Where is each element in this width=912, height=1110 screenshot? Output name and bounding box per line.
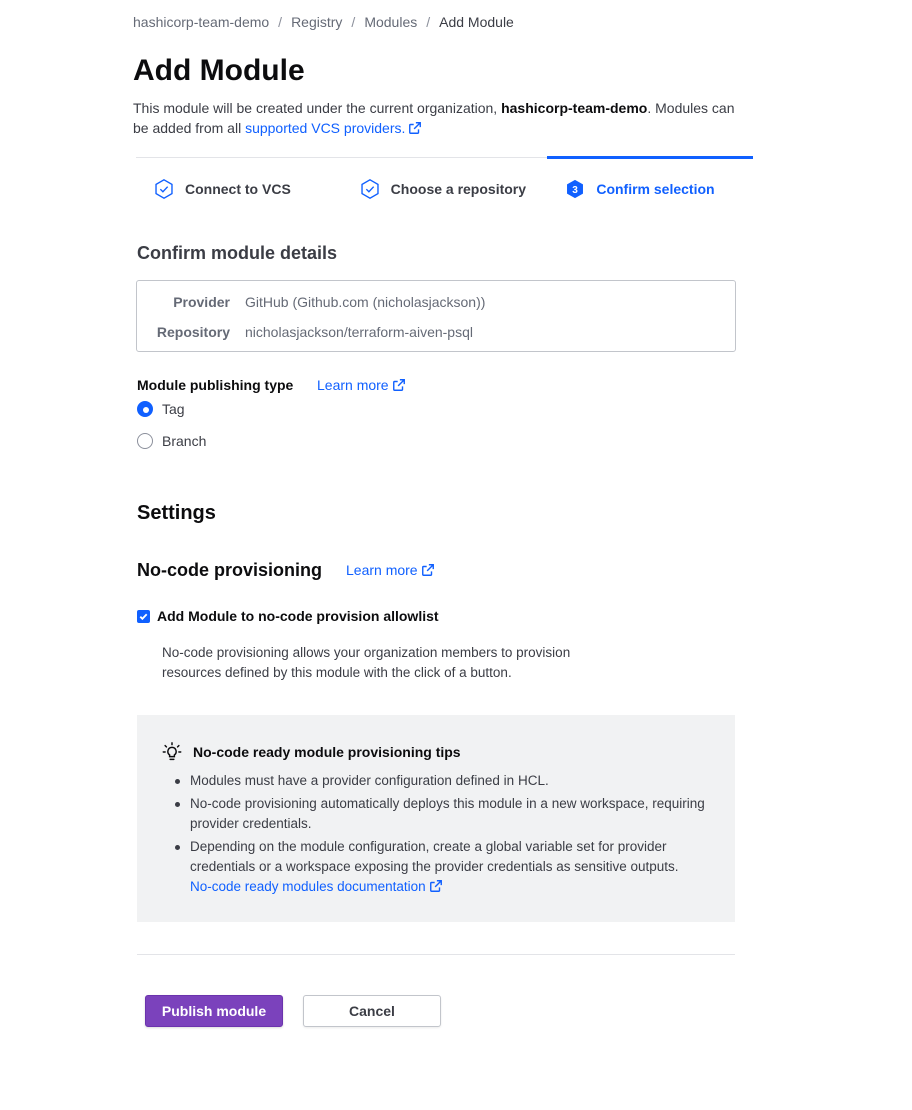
vcs-providers-link[interactable]: supported VCS providers.: [245, 120, 422, 136]
step-label: Connect to VCS: [185, 180, 291, 197]
nocode-allowlist-checkbox-row[interactable]: Add Module to no-code provision allowlis…: [137, 608, 439, 624]
check-hexagon-icon: [359, 178, 381, 200]
nocode-docs-link[interactable]: No-code ready modules documentation: [190, 879, 443, 894]
nocode-heading: No-code provisioning: [137, 560, 323, 580]
breadcrumb-current: Add Module: [439, 14, 514, 30]
step-label: Choose a repository: [390, 180, 527, 197]
radio-button-selected[interactable]: [137, 401, 153, 417]
breadcrumb-separator: /: [351, 14, 356, 30]
checkbox-label: Add Module to no-code provision allowlis…: [157, 608, 439, 624]
step-label: Confirm selection: [596, 180, 715, 197]
publish-module-button[interactable]: Publish module: [145, 995, 283, 1027]
breadcrumb: hashicorp-team-demo / Registry / Modules…: [133, 14, 514, 30]
step-choose-repository[interactable]: Choose a repository: [342, 158, 548, 219]
provider-label: Provider: [173, 294, 230, 310]
tips-title: No-code ready module provisioning tips: [161, 741, 461, 763]
stepper: Connect to VCS Choose a repository 3 Con…: [136, 156, 753, 219]
settings-heading: Settings: [137, 502, 216, 524]
nocode-help-text: No-code provisioning allows your organiz…: [162, 645, 571, 680]
cancel-button[interactable]: Cancel: [303, 995, 441, 1027]
details-row-provider: Provider GitHub (Github.com (nicholasjac…: [137, 294, 735, 310]
lightbulb-icon: [161, 741, 183, 763]
nocode-allowlist-checkbox[interactable]: [137, 609, 150, 623]
breadcrumb-registry-link[interactable]: Registry: [291, 14, 342, 30]
repository-value: nicholasjackson/terraform-aiven-psql: [245, 324, 473, 340]
footer-divider: [137, 954, 735, 955]
tips-list: Modules must have a provider configurati…: [175, 771, 710, 902]
radio-button[interactable]: [137, 433, 153, 449]
tip-text: Depending on the module configuration, c…: [190, 839, 679, 874]
list-item: No-code provisioning automatically deplo…: [175, 794, 710, 834]
details-row-repository: Repository nicholasjackson/terraform-aiv…: [137, 324, 735, 340]
radio-label: Branch: [162, 433, 207, 449]
learn-more-text: Learn more: [317, 377, 389, 393]
page-intro: This module will be created under the cu…: [133, 98, 753, 140]
publishing-learn-more-link[interactable]: Learn more: [317, 377, 406, 395]
learn-more-text: Learn more: [346, 562, 418, 578]
step-connect-vcs[interactable]: Connect to VCS: [136, 158, 342, 219]
step-number-hexagon-icon: 3: [564, 178, 586, 200]
confirm-details-heading: Confirm module details: [137, 243, 338, 263]
module-details-card: Provider GitHub (Github.com (nicholasjac…: [136, 280, 736, 352]
external-link-icon: [421, 563, 435, 580]
tips-title-text: No-code ready module provisioning tips: [193, 744, 461, 760]
publishing-type-label: Module publishing type: [137, 377, 294, 393]
external-link-icon: [429, 879, 443, 899]
intro-org-name: hashicorp-team-demo: [501, 100, 648, 116]
external-link-icon: [392, 378, 406, 395]
vcs-providers-link-text: supported VCS providers.: [245, 120, 406, 136]
radio-branch[interactable]: Branch: [137, 433, 206, 449]
step-number: 3: [573, 184, 579, 195]
external-link-icon: [408, 120, 422, 140]
breadcrumb-org-link[interactable]: hashicorp-team-demo: [133, 14, 269, 30]
check-hexagon-icon: [153, 178, 175, 200]
breadcrumb-modules-link[interactable]: Modules: [364, 14, 417, 30]
breadcrumb-separator: /: [426, 14, 431, 30]
radio-tag[interactable]: Tag: [137, 401, 185, 417]
intro-prefix: This module will be created under the cu…: [133, 100, 502, 116]
list-item: Depending on the module configuration, c…: [175, 837, 710, 899]
list-item: Modules must have a provider configurati…: [175, 771, 710, 791]
radio-label: Tag: [162, 401, 185, 417]
page-title: Add Module: [133, 54, 305, 87]
nocode-learn-more-link[interactable]: Learn more: [346, 562, 435, 580]
provider-value: GitHub (Github.com (nicholasjackson)): [245, 294, 486, 310]
step-confirm-selection[interactable]: 3 Confirm selection: [547, 156, 753, 219]
docs-link-text: No-code ready modules documentation: [190, 879, 426, 894]
tips-panel: No-code ready module provisioning tips M…: [137, 715, 735, 922]
repository-label: Repository: [156, 324, 230, 340]
breadcrumb-separator: /: [278, 14, 283, 30]
